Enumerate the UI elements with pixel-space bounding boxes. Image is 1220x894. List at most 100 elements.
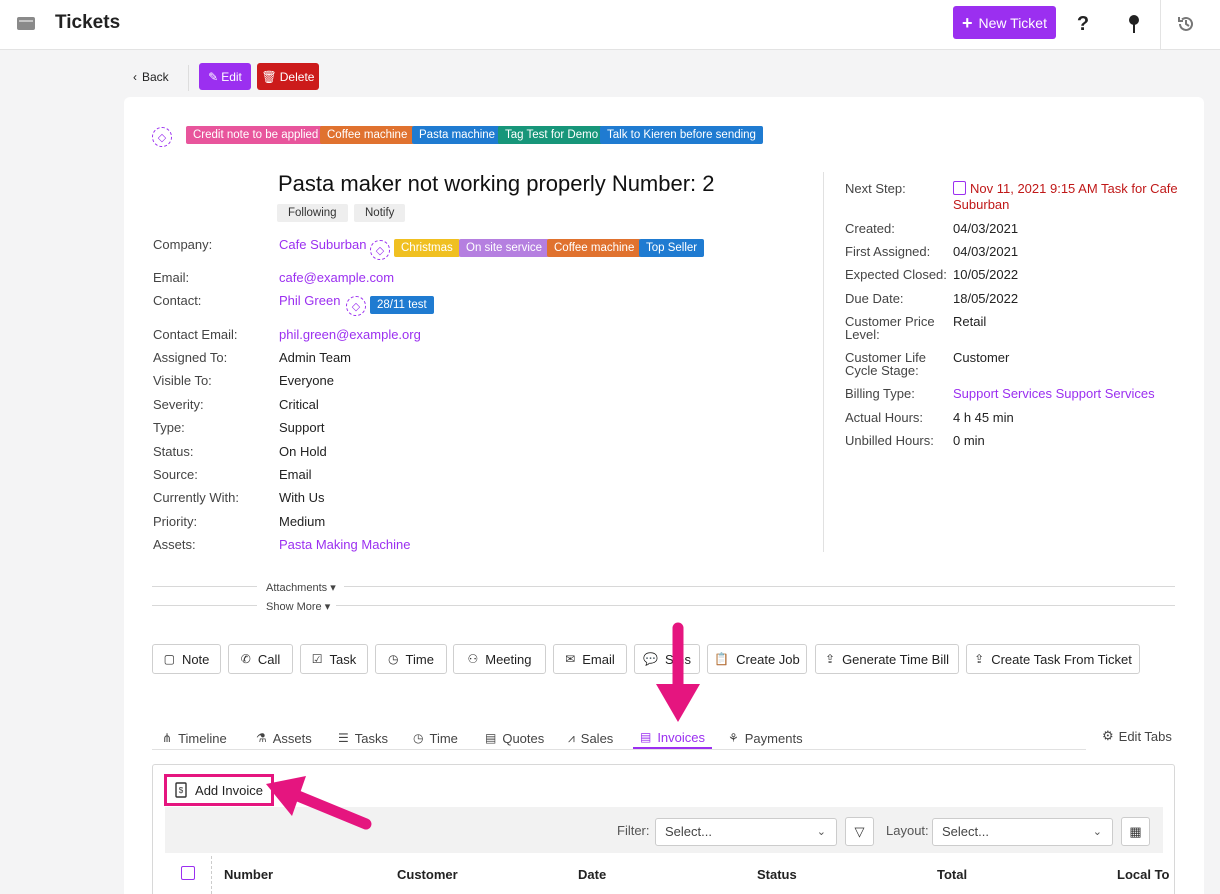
next-step-value: Nov 11, 2021 9:15 AM Task for Cafe Subur… (953, 181, 1178, 212)
tasks-icon: ☰ (338, 731, 349, 745)
ticket-tag[interactable]: Tag Test for Demo (498, 126, 606, 144)
task-button[interactable]: ☑ Task (300, 644, 368, 674)
status-value: On Hold (279, 444, 327, 459)
column-status[interactable]: Status (757, 867, 797, 882)
tab-quotes[interactable]: ▤ Quotes (485, 727, 544, 749)
tab-sales[interactable]: ⩘ Sales (568, 727, 613, 749)
chevron-down-icon: ⌄ (816, 826, 826, 838)
billing-type-link[interactable]: Support Services Support Services (953, 386, 1155, 401)
layout-select[interactable]: Select... ⌄ (932, 818, 1113, 846)
note-button[interactable]: ▢ Note (152, 644, 221, 674)
type-value: Support (279, 420, 325, 435)
ticket-tag[interactable]: Talk to Kieren before sending (600, 126, 763, 144)
chart-line-icon: ⩘ (568, 730, 575, 745)
divider (152, 605, 257, 606)
tab-label: Assets (272, 730, 312, 746)
divider (188, 65, 189, 91)
ticket-tag[interactable]: Pasta machine (412, 126, 503, 144)
edit-label: Edit (221, 69, 242, 84)
new-ticket-label: New Ticket (978, 14, 1047, 31)
attachments-toggle[interactable]: Attachments ▾ (266, 581, 336, 594)
show-more-toggle[interactable]: Show More ▾ (266, 600, 330, 613)
chat-icon: 💬 (643, 652, 658, 666)
help-icon[interactable]: ? (1070, 10, 1096, 38)
tag-icon[interactable]: ◇ (346, 296, 366, 316)
column-date[interactable]: Date (578, 867, 606, 882)
create-job-button[interactable]: 📋 Create Job (707, 644, 807, 674)
first-assigned-value: 04/03/2021 (953, 244, 1019, 259)
tag-icon[interactable]: ◇ (152, 127, 172, 147)
severity-value: Critical (279, 397, 319, 412)
document-icon: ▤ (485, 731, 497, 745)
new-ticket-button[interactable]: + New Ticket (953, 6, 1056, 39)
generate-time-bill-label: Generate Time Bill (842, 651, 949, 667)
time-button[interactable]: ◷ Time (375, 644, 447, 674)
currently-with-label: Currently With: (153, 490, 239, 505)
column-local-total[interactable]: Local To (1117, 867, 1169, 882)
tab-tasks[interactable]: ☰ Tasks (338, 727, 388, 749)
delete-button[interactable]: 🗑 Delete (257, 63, 319, 90)
tabs-underline (152, 749, 1086, 750)
filter-select[interactable]: Select... ⌄ (655, 818, 837, 846)
company-tag[interactable]: Coffee machine (547, 239, 642, 257)
column-customer[interactable]: Customer (397, 867, 458, 882)
tab-assets[interactable]: ⚗ Assets (256, 727, 312, 749)
column-total[interactable]: Total (937, 867, 967, 882)
call-button[interactable]: ✆ Call (228, 644, 293, 674)
company-tag[interactable]: On site service (459, 239, 550, 257)
company-tag[interactable]: Top Seller (639, 239, 705, 257)
time-label: Time (405, 651, 434, 667)
ticket-tag[interactable]: Credit note to be applied (186, 126, 326, 144)
contact-email-link[interactable]: phil.green@example.org (279, 327, 421, 342)
tab-timeline[interactable]: ⋔ Timeline (162, 727, 227, 749)
company-link[interactable]: Cafe Suburban (279, 237, 366, 252)
add-invoice-button[interactable]: $ Add Invoice (164, 774, 274, 806)
back-link[interactable]: ‹ Back (133, 70, 169, 84)
email-link[interactable]: cafe@example.com (279, 270, 394, 285)
tag-icon[interactable]: ◇ (370, 240, 390, 260)
users-icon: ⚇ (467, 652, 479, 666)
delete-label: Delete (279, 69, 315, 84)
tab-label: Quotes (502, 730, 545, 746)
create-task-from-ticket-button[interactable]: ⇪ Create Task From Ticket (966, 644, 1140, 674)
column-number[interactable]: Number (224, 867, 273, 882)
type-label: Type: (153, 420, 185, 435)
tab-time[interactable]: ◷ Time (413, 727, 458, 749)
trash-icon: 🗑 (261, 69, 277, 84)
status-label: Status: (153, 444, 194, 459)
billing-type-label: Billing Type: (845, 386, 915, 401)
due-date-value: 18/05/2022 (953, 291, 1019, 306)
pin-icon[interactable] (1121, 10, 1147, 38)
invoice-icon: $ (175, 782, 187, 798)
assets-link[interactable]: Pasta Making Machine (279, 537, 411, 552)
customer-price-level-value: Retail (953, 314, 987, 329)
actual-hours-label: Actual Hours: (845, 410, 924, 425)
select-all-checkbox[interactable] (181, 866, 195, 880)
history-icon[interactable] (1173, 10, 1199, 38)
contact-link[interactable]: Phil Green (279, 293, 340, 308)
timeline-icon: ⋔ (162, 731, 173, 745)
customer-life-cycle-value: Customer (953, 350, 1010, 365)
meeting-label: Meeting (485, 651, 532, 667)
company-tag[interactable]: Christmas (394, 239, 460, 257)
tab-payments[interactable]: ⚘ Payments (728, 727, 803, 749)
notify-chip[interactable]: Notify (354, 204, 406, 222)
following-chip[interactable]: Following (277, 204, 348, 222)
contact-tag[interactable]: 28/11 test (370, 296, 434, 314)
severity-label: Severity: (153, 397, 204, 412)
next-step-link[interactable]: Nov 11, 2021 9:15 AM Task for Cafe Subur… (953, 181, 1178, 213)
tab-invoices[interactable]: ▤ Invoices (633, 727, 712, 749)
meeting-button[interactable]: ⚇ Meeting (453, 644, 546, 674)
edit-tabs-button[interactable]: ⚙ Edit Tabs (1102, 728, 1172, 744)
filter-button[interactable]: ▽ (845, 817, 874, 846)
email-button[interactable]: ✉ Email (553, 644, 627, 674)
svg-text:$: $ (179, 786, 184, 795)
generate-time-bill-button[interactable]: ⇪ Generate Time Bill (815, 644, 959, 674)
sms-button[interactable]: 💬 Sms (634, 644, 700, 674)
edit-button[interactable]: ✎ Edit (199, 63, 251, 90)
columns-button[interactable]: ▦ (1121, 817, 1150, 846)
priority-value: Medium (279, 514, 326, 529)
ticket-tag[interactable]: Coffee machine (320, 126, 415, 144)
share-icon: ⇪ (974, 652, 985, 666)
column-divider (823, 172, 824, 552)
